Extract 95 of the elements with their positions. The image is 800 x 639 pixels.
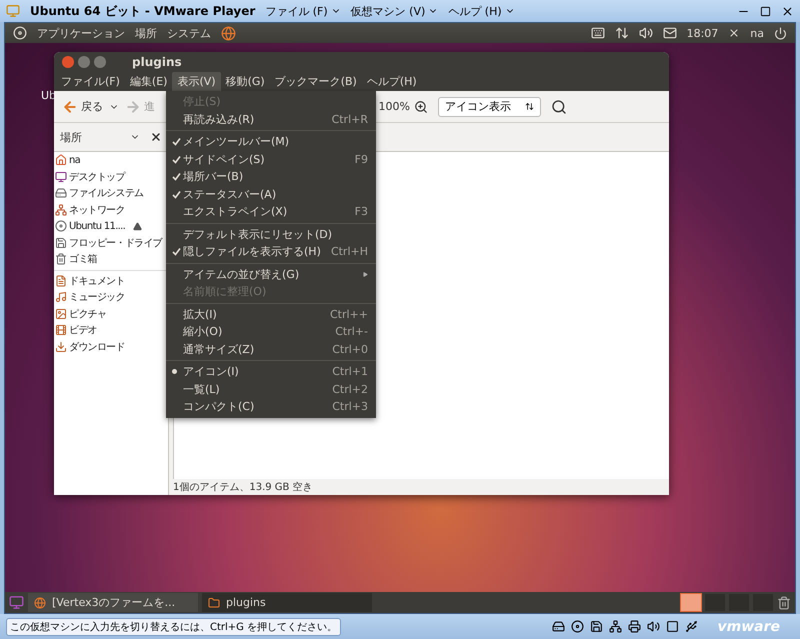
menu-option[interactable]: 縮小(O) Ctrl+- (166, 323, 376, 340)
browser-icon (34, 596, 46, 608)
sidebar-item[interactable]: ファイルシステム (54, 185, 168, 202)
menu-item[interactable]: 表示(V) (172, 72, 221, 91)
menu-item[interactable]: ファイル(F) (56, 72, 125, 91)
sidebar-item[interactable]: ゴミ箱 (54, 251, 168, 268)
desktop-icon[interactable] (9, 595, 24, 610)
vmware-logo: vmware (718, 618, 780, 634)
sidebar-item[interactable]: ネットワーク (54, 202, 168, 218)
user-name[interactable]: na (750, 26, 764, 40)
spinner-icon (525, 102, 534, 111)
window-title: plugins (132, 55, 182, 69)
eject-icon[interactable] (133, 222, 142, 231)
menu-option[interactable]: エクストラペイン(X) F3 (166, 203, 376, 220)
status-message: この仮想マシンに入力先を切り替えるには、Ctrl+G を押してください。 (6, 618, 342, 636)
floppy-icon (55, 236, 67, 249)
music-icon (55, 291, 67, 304)
picture-icon (55, 308, 67, 320)
sidebar-title[interactable]: 場所 (60, 130, 82, 144)
menu-option[interactable]: ステータスバー(A) (166, 186, 376, 203)
network-icon[interactable] (614, 26, 629, 40)
menu-item[interactable]: ヘルプ (H) (448, 4, 515, 18)
sidebar-item[interactable]: ピクチャ (54, 306, 168, 322)
window-title: Ubuntu 64 ビット - VMware Player (30, 2, 256, 20)
close-button[interactable] (62, 56, 74, 68)
network-icon[interactable] (608, 620, 622, 633)
folder-icon (208, 596, 220, 608)
panel-menu[interactable]: システム (167, 26, 211, 40)
usb-icon[interactable] (684, 620, 698, 633)
trash-icon (55, 253, 67, 266)
panel-menu[interactable]: アプリケーション (37, 26, 125, 40)
document-icon (55, 274, 67, 287)
menu-option[interactable]: コンパクト(C) Ctrl+3 (166, 398, 376, 416)
printer-icon[interactable] (628, 620, 640, 633)
drive-icon[interactable] (552, 620, 564, 633)
close-icon[interactable] (781, 4, 794, 18)
panel-menu[interactable]: 場所 (135, 26, 157, 40)
menu-option[interactable]: 再読み込み(R) Ctrl+R (166, 110, 376, 128)
sidebar-item[interactable]: デスクトップ (54, 168, 168, 185)
floppy-icon[interactable] (590, 620, 602, 633)
sidebar-item[interactable]: フロッピー・ドライブ (54, 234, 168, 251)
menu-option[interactable]: 通常サイズ(Z) Ctrl+0 (166, 340, 376, 358)
home-icon (55, 154, 67, 166)
download-icon (55, 340, 67, 353)
menu-item[interactable]: 移動(G) (220, 72, 270, 91)
film-icon (55, 324, 67, 336)
menu-option[interactable]: アイテムの並び替え(G) (166, 266, 376, 283)
maximize-icon[interactable] (760, 6, 771, 16)
keyboard-icon[interactable] (590, 26, 605, 40)
menu-option[interactable]: デフォルト表示にリセット(D) (166, 226, 376, 243)
view-mode-select[interactable]: アイコン表示 (438, 96, 541, 116)
zoom-in-icon[interactable] (414, 100, 428, 114)
taskbar-item[interactable]: [Vertex3のファームを... (28, 593, 198, 612)
close-icon[interactable] (150, 131, 162, 143)
menu-option[interactable]: メインツールバー(M) (166, 133, 376, 150)
clock[interactable]: 18:07 (686, 26, 718, 40)
zoom-level: 100% (378, 100, 410, 113)
menu-item[interactable]: ブックマーク(B) (270, 72, 362, 91)
trash-icon[interactable] (777, 596, 791, 610)
submenu-arrow-icon (363, 272, 368, 277)
sidebar-item[interactable]: ドキュメント (54, 272, 168, 289)
menu-option[interactable]: 拡大(I) Ctrl++ (166, 306, 376, 323)
menu-item[interactable]: ファイル (F) (265, 4, 341, 18)
monitor-icon (55, 170, 67, 183)
menu-item[interactable]: 仮想マシン (V) (350, 4, 438, 18)
menu-option[interactable]: アイコン(I) Ctrl+1 (166, 363, 376, 380)
vmware-icon (6, 4, 20, 18)
back-button[interactable]: 戻る (60, 96, 105, 116)
disc-icon (55, 220, 67, 232)
power-icon[interactable] (774, 26, 787, 40)
menu-option[interactable]: 隠しファイルを表示する(H) Ctrl+H (166, 243, 376, 260)
minimize-button[interactable] (78, 56, 90, 68)
device-icon[interactable] (666, 620, 678, 633)
mail-icon[interactable] (662, 26, 677, 40)
maximize-button[interactable] (94, 56, 106, 68)
logo-icon[interactable] (13, 26, 27, 40)
menu-option[interactable]: サイドペイン(S) F9 (166, 150, 376, 168)
status-text: 1個のアイテム、13.9 GB 空き (172, 480, 314, 495)
sidebar-item[interactable]: na (54, 152, 168, 168)
taskbar-item[interactable]: plugins (202, 593, 372, 612)
network-icon (55, 204, 67, 216)
sidebar-item[interactable]: ビデオ (54, 322, 168, 338)
browser-icon[interactable] (221, 26, 236, 40)
sidebar-item[interactable]: ダウンロード (54, 338, 168, 355)
menu-item[interactable]: ヘルプ(H) (362, 72, 422, 91)
menu-option[interactable]: 一覧(L) Ctrl+2 (166, 380, 376, 398)
sidebar-item[interactable]: ミュージック (54, 289, 168, 306)
drive-icon (55, 187, 67, 200)
search-icon[interactable] (551, 98, 567, 114)
disc-icon[interactable] (570, 620, 584, 633)
sound-icon[interactable] (646, 620, 660, 633)
menu-option[interactable]: 場所バー(B) (166, 168, 376, 186)
sidebar-item[interactable]: Ubuntu 11.... (54, 218, 168, 234)
volume-icon[interactable] (638, 26, 653, 40)
menu-item[interactable]: 編集(E) (124, 72, 172, 91)
